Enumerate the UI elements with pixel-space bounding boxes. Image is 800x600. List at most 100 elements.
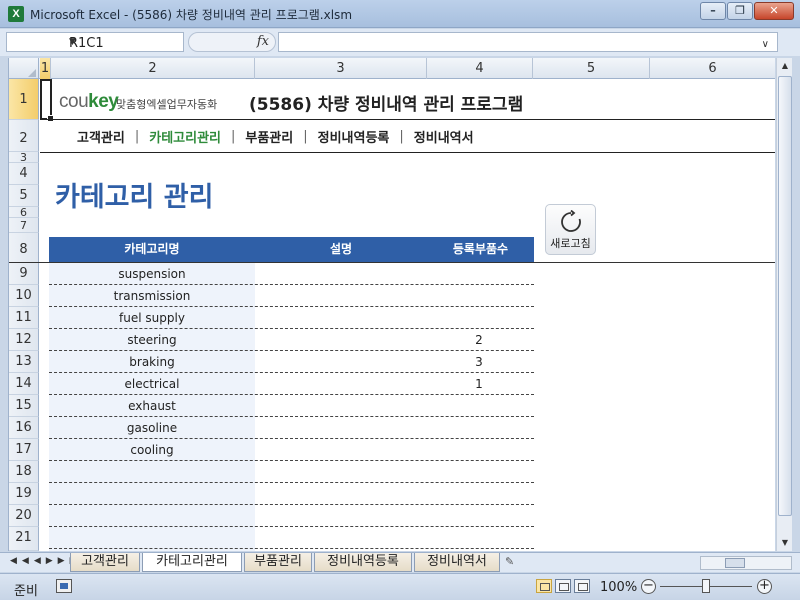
expand-formula-icon[interactable]: ∨ — [762, 39, 769, 50]
chevron-down-icon[interactable]: ▼ — [69, 37, 179, 47]
row-header[interactable]: 21 — [9, 527, 39, 551]
normal-view-icon[interactable] — [536, 579, 552, 593]
row-header[interactable]: 12 — [9, 329, 39, 351]
menu-item-parts[interactable]: 부품관리 — [235, 127, 303, 146]
row-header[interactable]: 19 — [9, 483, 39, 505]
restore-button[interactable]: ❐ — [727, 2, 753, 20]
row-header[interactable]: 11 — [9, 307, 39, 329]
select-all-corner[interactable] — [9, 58, 39, 79]
nav-menu: 고객관리 | 카테고리관리 | 부품관리 | 정비내역등록 | 정비내역서 — [67, 127, 484, 146]
table-row[interactable]: fuel supply — [49, 307, 534, 329]
row-header[interactable]: 15 — [9, 395, 39, 417]
header-part-count: 등록부품수 — [452, 242, 509, 256]
row-header[interactable]: 1 — [9, 79, 39, 120]
category-name-cell[interactable]: electrical — [49, 373, 255, 395]
scroll-up-icon[interactable]: ▲ — [777, 58, 793, 74]
scroll-thumb[interactable] — [778, 76, 792, 516]
insert-sheet-icon[interactable]: ✎ — [505, 555, 527, 570]
formula-input[interactable]: ∨ — [278, 32, 778, 52]
hscroll-thumb[interactable] — [725, 558, 745, 568]
column-header[interactable]: 1 — [40, 58, 51, 79]
row-header[interactable]: 14 — [9, 373, 39, 395]
sheet-tab-maintenance-entry[interactable]: 정비내역등록 — [314, 553, 412, 572]
row-header[interactable]: 10 — [9, 285, 39, 307]
table-row[interactable]: exhaust — [49, 395, 534, 417]
table-row[interactable]: steering 2 — [49, 329, 534, 351]
function-icon[interactable]: fx — [257, 34, 269, 49]
page-layout-view-icon[interactable] — [555, 579, 571, 593]
refresh-button[interactable]: 새로고침 — [545, 204, 596, 255]
column-header[interactable]: 5 — [533, 58, 650, 79]
table-row[interactable]: cooling — [49, 439, 534, 461]
row-header[interactable]: 3 — [9, 152, 39, 163]
zoom-in-button[interactable]: + — [757, 579, 772, 594]
table-row[interactable] — [49, 505, 534, 527]
macro-record-icon[interactable] — [56, 579, 72, 593]
menu-item-categories[interactable]: 카테고리관리 — [139, 127, 231, 146]
part-count-cell[interactable]: 3 — [421, 351, 537, 373]
category-name-cell[interactable]: steering — [49, 329, 255, 351]
zoom-level[interactable]: 100% — [600, 580, 637, 595]
title-bar: X Microsoft Excel - (5586) 차량 정비내역 관리 프로… — [0, 0, 800, 28]
menu-item-maintenance-report[interactable]: 정비내역서 — [404, 127, 484, 146]
vertical-scrollbar[interactable]: ▲ ▼ — [776, 58, 792, 551]
table-row[interactable]: braking 3 — [49, 351, 534, 373]
formula-bar: R1C1 ▼ fx ∨ — [0, 29, 800, 56]
row-header[interactable]: 4 — [9, 163, 39, 185]
scroll-down-icon[interactable]: ▼ — [777, 535, 793, 551]
part-count-cell[interactable]: 2 — [421, 329, 537, 351]
part-count-cell[interactable]: 1 — [421, 373, 537, 395]
page-break-view-icon[interactable] — [574, 579, 590, 593]
category-name-cell[interactable]: suspension — [49, 263, 255, 285]
menu-item-customers[interactable]: 고객관리 — [67, 127, 135, 146]
row-header[interactable]: 17 — [9, 439, 39, 461]
category-name-cell[interactable]: transmission — [49, 285, 255, 307]
header-category-name: 카테고리명 — [124, 242, 180, 256]
sheet-tab-customers[interactable]: 고객관리 — [70, 553, 140, 572]
row-header[interactable]: 6 — [9, 207, 39, 218]
active-cell[interactable] — [40, 79, 54, 122]
category-name-cell[interactable]: exhaust — [49, 395, 255, 417]
name-box[interactable]: R1C1 ▼ — [6, 32, 184, 52]
excel-icon: X — [8, 6, 24, 22]
status-bar: 준비 100% − + — [0, 573, 800, 600]
category-name-cell[interactable]: braking — [49, 351, 255, 373]
table-row[interactable] — [49, 461, 534, 483]
category-name-cell[interactable]: gasoline — [49, 417, 255, 439]
sheet-tab-categories[interactable]: 카테고리관리 — [142, 553, 242, 572]
row-header[interactable]: 9 — [9, 263, 39, 285]
category-name-cell[interactable]: cooling — [49, 439, 255, 461]
row-header[interactable]: 18 — [9, 461, 39, 483]
column-header[interactable]: 2 — [51, 58, 255, 79]
column-header[interactable]: 6 — [650, 58, 775, 79]
table-row[interactable]: gasoline — [49, 417, 534, 439]
page-title: 카테고리 관리 — [55, 182, 214, 213]
minimize-button[interactable]: – — [700, 2, 726, 20]
column-headers: 1 2 3 4 5 6 — [9, 58, 775, 79]
row-header[interactable]: 16 — [9, 417, 39, 439]
row-header[interactable]: 13 — [9, 351, 39, 373]
zoom-out-button[interactable]: − — [641, 579, 656, 594]
category-name-cell[interactable]: fuel supply — [49, 307, 255, 329]
table-row[interactable] — [49, 527, 534, 549]
horizontal-scrollbar[interactable] — [700, 556, 792, 570]
coukey-logo: coukey — [59, 91, 119, 113]
table-row[interactable] — [49, 483, 534, 505]
close-button[interactable]: ✕ — [754, 2, 794, 20]
row-header[interactable]: 8 — [9, 233, 39, 263]
zoom-slider-thumb[interactable] — [702, 579, 710, 593]
menu-item-maintenance-entry[interactable]: 정비내역등록 — [308, 127, 400, 146]
row-header[interactable]: 20 — [9, 505, 39, 527]
worksheet[interactable]: 1 2 3 4 5 6 1 2 3 4 5 6 7 8 9 10 11 12 1… — [8, 58, 775, 551]
table-row[interactable]: transmission — [49, 285, 534, 307]
row-header[interactable]: 5 — [9, 185, 39, 207]
sheet-tab-maintenance-report[interactable]: 정비내역서 — [414, 553, 500, 572]
table-row[interactable]: electrical 1 — [49, 373, 534, 395]
divider — [40, 119, 775, 120]
sheet-tab-parts[interactable]: 부품관리 — [244, 553, 312, 572]
column-header[interactable]: 4 — [427, 58, 533, 79]
row-header[interactable]: 2 — [9, 120, 39, 152]
column-header[interactable]: 3 — [255, 58, 427, 79]
row-header[interactable]: 7 — [9, 218, 39, 233]
table-row[interactable]: suspension — [49, 263, 534, 285]
